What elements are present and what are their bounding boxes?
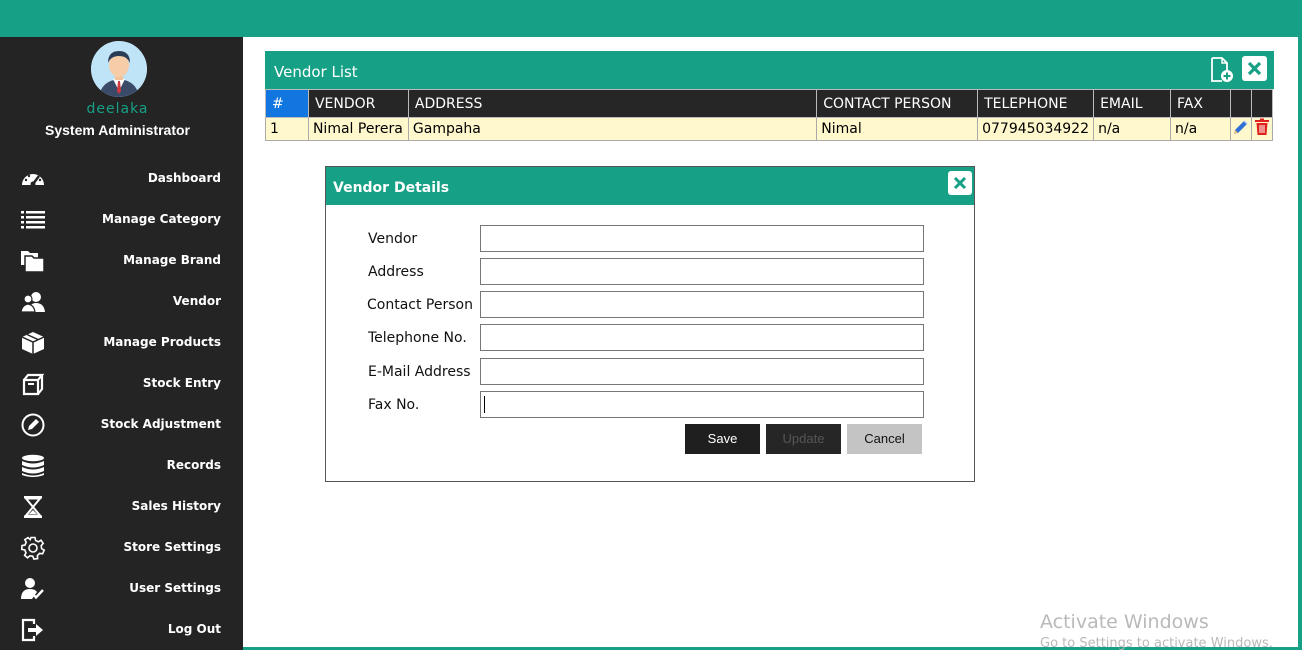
contact-person-input[interactable] bbox=[480, 291, 924, 318]
close-icon[interactable] bbox=[948, 171, 972, 195]
cell-fax: n/a bbox=[1170, 117, 1231, 141]
hourglass-icon bbox=[20, 495, 46, 519]
sidebar-item-stock-entry[interactable]: Stock Entry bbox=[0, 366, 243, 402]
address-input[interactable] bbox=[480, 258, 924, 285]
sidebar-item-label: Manage Category bbox=[102, 212, 221, 226]
sidebar-item-dashboard[interactable]: Dashboard bbox=[0, 161, 243, 197]
column-header-delete bbox=[1250, 89, 1274, 118]
boxes-icon bbox=[20, 372, 46, 396]
column-header-telephone[interactable]: TELEPHONE bbox=[977, 89, 1095, 118]
cell-edit bbox=[1229, 117, 1252, 141]
activation-watermark-subtitle: Go to Settings to activate Windows. bbox=[1040, 636, 1273, 651]
cell-num: 1 bbox=[265, 117, 309, 141]
email-input[interactable] bbox=[480, 358, 924, 385]
fax-input[interactable] bbox=[480, 391, 924, 418]
column-header-address[interactable]: ADDRESS bbox=[407, 89, 818, 118]
address-label: Address bbox=[368, 264, 424, 280]
column-header-contact-person[interactable]: CONTACT PERSON bbox=[816, 89, 979, 118]
user-check-icon bbox=[20, 577, 46, 601]
sidebar-item-sales-history[interactable]: Sales History bbox=[0, 489, 243, 525]
column-header-fax[interactable]: FAX bbox=[1170, 89, 1231, 118]
add-file-icon[interactable] bbox=[1210, 57, 1234, 83]
contact-person-label: Contact Person bbox=[367, 297, 473, 313]
list-icon bbox=[20, 208, 46, 232]
cell-vendor: Nimal Perera bbox=[307, 117, 409, 141]
folders-icon bbox=[20, 249, 46, 273]
vendor-details-title: Vendor Details bbox=[333, 180, 450, 196]
sidebar-item-label: Store Settings bbox=[123, 540, 222, 554]
trash-icon[interactable] bbox=[1254, 118, 1270, 140]
sidebar-item-label: Sales History bbox=[131, 499, 221, 513]
table-row[interactable]: 1 Nimal Perera Gampaha Nimal 07794503492… bbox=[265, 117, 1274, 141]
top-bar bbox=[0, 0, 1302, 37]
vendor-details-header: Vendor Details bbox=[326, 167, 974, 205]
vendor-list-title: Vendor List bbox=[274, 63, 358, 81]
cell-address: Gampaha bbox=[407, 117, 818, 141]
vendor-input[interactable] bbox=[480, 225, 924, 252]
sidebar-item-manage-brand[interactable]: Manage Brand bbox=[0, 243, 243, 279]
activation-watermark-title: Activate Windows bbox=[1040, 611, 1209, 633]
sidebar-item-manage-products[interactable]: Manage Products bbox=[0, 325, 243, 361]
sidebar-item-label: Vendor bbox=[172, 294, 221, 308]
sidebar-item-label: Manage Brand bbox=[123, 253, 221, 267]
vendor-label: Vendor bbox=[368, 231, 418, 247]
sidebar-item-label: Stock Entry bbox=[142, 376, 221, 390]
sidebar-item-stock-adjustment[interactable]: Stock Adjustment bbox=[0, 407, 243, 443]
close-icon[interactable] bbox=[1242, 56, 1267, 81]
database-icon bbox=[20, 454, 46, 478]
sidebar-item-manage-category[interactable]: Manage Category bbox=[0, 202, 243, 238]
telephone-input[interactable] bbox=[480, 324, 924, 351]
cancel-button[interactable]: Cancel bbox=[847, 424, 922, 454]
sidebar-item-label: Records bbox=[166, 458, 221, 472]
column-header-vendor[interactable]: VENDOR bbox=[307, 89, 409, 118]
sidebar-item-user-settings[interactable]: User Settings bbox=[0, 571, 243, 607]
gear-icon bbox=[20, 536, 46, 560]
save-button[interactable]: Save bbox=[685, 424, 760, 454]
email-label: E-Mail Address bbox=[368, 364, 471, 380]
vendor-details-dialog: Vendor Details Vendor Address Contact Pe… bbox=[325, 166, 975, 482]
telephone-label: Telephone No. bbox=[368, 330, 467, 346]
cell-contact-person: Nimal bbox=[816, 117, 979, 141]
vendor-list-header: Vendor List bbox=[265, 51, 1274, 89]
cell-email: n/a bbox=[1093, 117, 1172, 141]
column-header-edit bbox=[1229, 89, 1252, 118]
sidebar-item-vendor[interactable]: Vendor bbox=[0, 284, 243, 320]
dashboard-icon bbox=[20, 167, 46, 191]
avatar bbox=[91, 41, 147, 97]
pencil-circle-icon bbox=[20, 413, 46, 437]
text-cursor bbox=[484, 396, 485, 413]
user-name: deelaka bbox=[86, 101, 149, 117]
sidebar-item-log-out[interactable]: Log Out bbox=[0, 612, 243, 648]
update-button[interactable]: Update bbox=[766, 424, 841, 454]
sidebar-item-label: User Settings bbox=[129, 581, 221, 595]
sidebar-item-store-settings[interactable]: Store Settings bbox=[0, 530, 243, 566]
logout-icon bbox=[20, 618, 46, 642]
cell-delete bbox=[1250, 117, 1274, 141]
sidebar-item-label: Manage Products bbox=[103, 335, 221, 349]
fax-label: Fax No. bbox=[368, 397, 420, 413]
sidebar-item-label: Stock Adjustment bbox=[100, 417, 221, 431]
sidebar-item-label: Dashboard bbox=[147, 171, 221, 185]
users-icon bbox=[20, 290, 46, 314]
table-header-row: # VENDOR ADDRESS CONTACT PERSON TELEPHON… bbox=[265, 89, 1274, 118]
sidebar-item-records[interactable]: Records bbox=[0, 448, 243, 484]
vendor-list-panel: Vendor List # VENDOR ADDRESS CONTACT PER… bbox=[265, 51, 1274, 141]
window-border-right bbox=[1298, 37, 1302, 650]
vendor-table: # VENDOR ADDRESS CONTACT PERSON TELEPHON… bbox=[265, 89, 1274, 141]
box-icon bbox=[20, 331, 46, 355]
user-role: System Administrator bbox=[45, 122, 190, 138]
pencil-icon[interactable] bbox=[1232, 120, 1250, 140]
sidebar: deelaka System Administrator Dashboard M… bbox=[0, 37, 243, 650]
column-header-email[interactable]: EMAIL bbox=[1093, 89, 1172, 118]
sidebar-item-label: Log Out bbox=[167, 622, 221, 636]
column-header-num[interactable]: # bbox=[265, 89, 309, 118]
cell-telephone: 077945034922 bbox=[977, 117, 1095, 141]
